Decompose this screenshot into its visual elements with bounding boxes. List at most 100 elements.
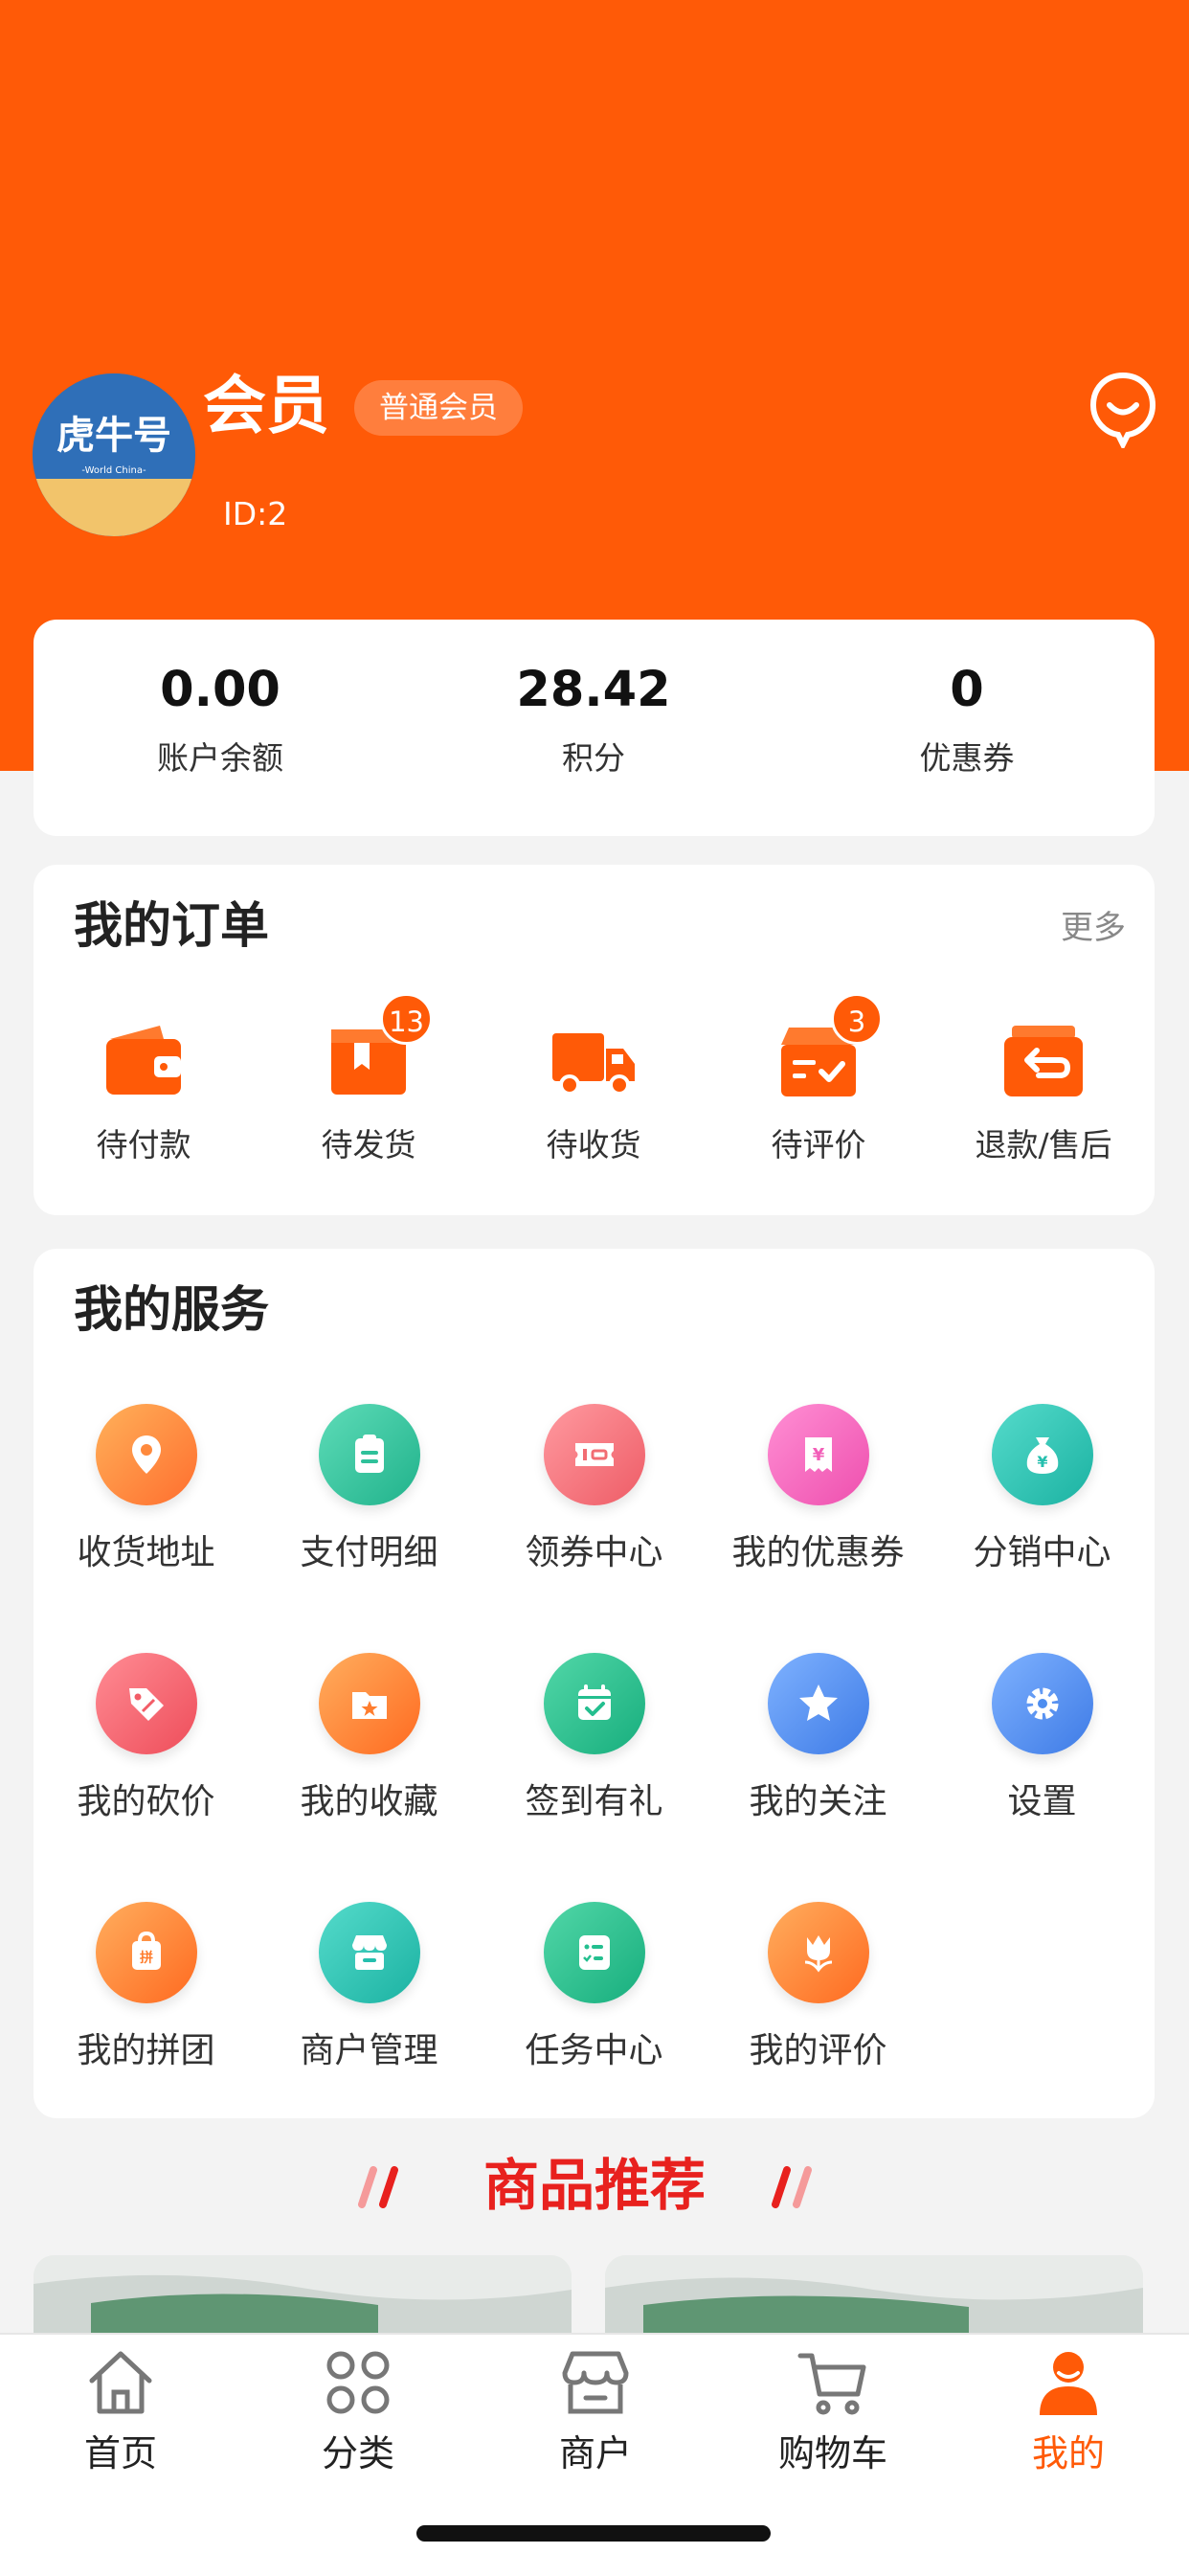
stats-card: 0.00 账户余额 28.42 积分 0 优惠券 — [34, 620, 1155, 836]
avatar[interactable]: 虎牛号 -World China- — [33, 373, 195, 536]
svg-text:¥: ¥ — [812, 1445, 824, 1465]
refund-icon — [1000, 1018, 1087, 1104]
tab-label: 首页 — [83, 2432, 157, 2474]
star-icon — [767, 1653, 869, 1754]
avatar-logo-text: 虎牛号 — [56, 414, 171, 458]
category-icon — [320, 2344, 396, 2421]
service-sign-in[interactable]: 签到有礼 — [482, 1653, 707, 1827]
product-card[interactable] — [605, 2255, 1143, 2341]
services-card: 我的服务 收货地址 支付明细 领券中心 ¥ 我的优惠券 ¥ 分销中心 我的砍价 … — [34, 1249, 1155, 2118]
stat-coupons[interactable]: 0 优惠券 — [780, 656, 1154, 780]
tab-cart[interactable]: 购物车 — [714, 2344, 952, 2478]
service-settings[interactable]: 设置 — [930, 1653, 1155, 1827]
orders-title: 我的订单 — [74, 898, 270, 955]
order-refund-aftersale[interactable]: 退款/售后 — [933, 1018, 1154, 1167]
tab-category[interactable]: 分类 — [239, 2344, 477, 2478]
avatar-logo-subtext: -World China- — [81, 465, 146, 476]
money-bag-icon: ¥ — [991, 1404, 1093, 1505]
stat-points[interactable]: 28.42 积分 — [407, 656, 780, 780]
service-label: 支付明细 — [300, 1533, 438, 1572]
order-label: 待收货 — [546, 1126, 641, 1164]
order-label: 退款/售后 — [975, 1126, 1112, 1164]
tab-label: 分类 — [321, 2432, 394, 2474]
service-my-coupons[interactable]: ¥ 我的优惠券 — [706, 1404, 931, 1578]
stat-label: 积分 — [562, 739, 625, 777]
coupon-icon: ¥ — [767, 1404, 869, 1505]
member-id: ID:2 — [223, 495, 288, 532]
order-pending-review[interactable]: 3 待评价 — [708, 993, 929, 1167]
member-level-badge: 普通会员 — [354, 380, 523, 436]
service-merchant-admin[interactable]: 商户管理 — [257, 1902, 482, 2076]
orders-more-link[interactable]: 更多 — [1061, 905, 1126, 951]
tulip-icon — [767, 1902, 869, 2003]
wallet-icon — [101, 1018, 187, 1104]
service-label: 收货地址 — [77, 1533, 215, 1572]
tab-label: 商户 — [558, 2432, 632, 2474]
stat-value: 28.42 — [516, 662, 671, 718]
order-count-badge: 3 — [831, 993, 883, 1045]
order-label: 待发货 — [321, 1126, 416, 1164]
order-label: 待评价 — [771, 1126, 866, 1164]
service-payment-detail[interactable]: 支付明细 — [257, 1404, 482, 1578]
service-bargain[interactable]: 我的砍价 — [34, 1653, 258, 1827]
tab-merchant[interactable]: 商户 — [477, 2344, 714, 2478]
home-indicator — [416, 2525, 771, 2542]
tab-home[interactable]: 首页 — [2, 2344, 239, 2478]
service-follows[interactable]: 我的关注 — [706, 1653, 931, 1827]
store-icon — [557, 2344, 634, 2421]
stat-label: 账户余额 — [157, 739, 283, 777]
orders-card: 我的订单 更多 待付款 13 待发货 待收货 3 待评价 退款/售后 — [34, 865, 1155, 1215]
stat-label: 优惠券 — [919, 739, 1015, 777]
gear-icon — [991, 1653, 1093, 1754]
service-address[interactable]: 收货地址 — [34, 1404, 258, 1578]
service-favorites[interactable]: 我的收藏 — [257, 1653, 482, 1827]
service-distribution[interactable]: ¥ 分销中心 — [930, 1404, 1155, 1578]
product-card[interactable] — [34, 2255, 572, 2341]
services-title: 我的服务 — [74, 1282, 270, 1339]
user-icon — [1030, 2344, 1107, 2421]
calendar-check-icon — [543, 1653, 645, 1754]
review-box-icon: 3 — [775, 993, 883, 1104]
service-label: 领券中心 — [525, 1533, 663, 1572]
service-my-reviews[interactable]: 我的评价 — [706, 1902, 931, 2076]
member-name: 会员 — [203, 369, 329, 442]
service-task-center[interactable]: 任务中心 — [482, 1902, 707, 2076]
cart-icon — [795, 2344, 871, 2421]
service-label: 签到有礼 — [525, 1782, 663, 1821]
clipboard-icon — [318, 1404, 420, 1505]
shop-icon — [318, 1902, 420, 2003]
service-label: 设置 — [1007, 1782, 1077, 1821]
service-label: 分销中心 — [973, 1533, 1111, 1572]
order-pending-payment[interactable]: 待付款 — [34, 1018, 254, 1167]
stat-value: 0.00 — [160, 662, 280, 718]
service-group-buy[interactable]: 拼 我的拼团 — [34, 1902, 258, 2076]
tab-label: 购物车 — [777, 2432, 887, 2474]
truck-icon — [550, 1018, 637, 1104]
location-icon — [95, 1404, 197, 1505]
svg-text:拼: 拼 — [140, 1950, 153, 1966]
tab-mine[interactable]: 我的 — [950, 2344, 1187, 2478]
group-bag-icon: 拼 — [95, 1902, 197, 2003]
order-pending-shipment[interactable]: 13 待发货 — [258, 993, 479, 1167]
tag-icon — [95, 1653, 197, 1754]
service-label: 我的优惠券 — [731, 1533, 905, 1572]
customer-service-icon[interactable] — [1089, 372, 1156, 451]
ticket-icon — [543, 1404, 645, 1505]
order-pending-receipt[interactable]: 待收货 — [483, 1018, 704, 1167]
order-count-badge: 13 — [380, 993, 433, 1045]
service-label: 我的砍价 — [77, 1782, 215, 1821]
recommend-title: 商品推荐 — [482, 2153, 706, 2218]
task-list-icon — [543, 1902, 645, 2003]
service-label: 商户管理 — [300, 2031, 438, 2070]
package-icon: 13 — [325, 993, 433, 1104]
service-coupon-center[interactable]: 领券中心 — [482, 1404, 707, 1578]
service-label: 我的关注 — [749, 1782, 887, 1821]
star-folder-icon — [318, 1653, 420, 1754]
stat-balance[interactable]: 0.00 账户余额 — [34, 656, 407, 780]
home-icon — [82, 2344, 159, 2421]
service-label: 我的拼团 — [77, 2031, 215, 2070]
service-label: 任务中心 — [525, 2031, 663, 2070]
svg-text:¥: ¥ — [1037, 1453, 1047, 1471]
order-label: 待付款 — [96, 1126, 191, 1164]
service-label: 我的评价 — [749, 2031, 887, 2070]
